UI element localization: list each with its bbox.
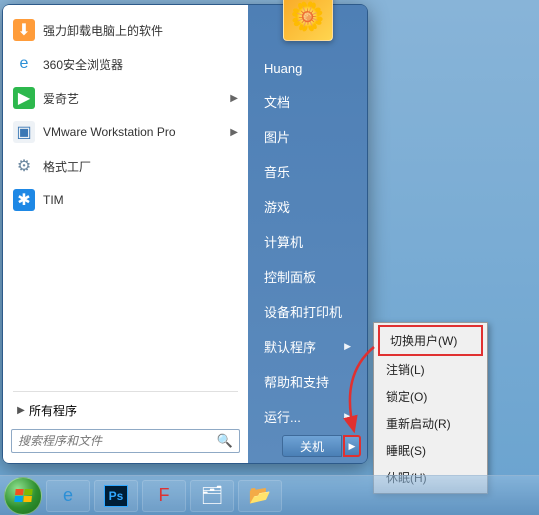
taskbar-item-folder-open[interactable]: 📂 <box>238 480 282 512</box>
left-panel: ⬇强力卸载电脑上的软件e360安全浏览器▶爱奇艺▶▣VMware Worksta… <box>3 5 248 463</box>
app-icon: e <box>13 53 35 75</box>
right-link-label: 计算机 <box>264 232 303 251</box>
app-label: TIM <box>43 193 238 207</box>
right-link-10[interactable]: 运行... ▶ <box>252 399 363 434</box>
app-icon: ⬇ <box>13 19 35 41</box>
right-link-2[interactable]: 图片 <box>252 119 363 154</box>
separator <box>13 391 238 392</box>
app-label: 360安全浏览器 <box>43 56 238 73</box>
search-icon: 🔍 <box>217 433 233 449</box>
power-menu-item-2[interactable]: 锁定(O) <box>376 383 485 410</box>
power-menu-item-4[interactable]: 睡眠(S) <box>376 437 485 464</box>
app-label: VMware Workstation Pro <box>43 125 230 139</box>
photoshop-icon: Ps <box>104 485 128 507</box>
app-item-5[interactable]: ✱ TIM <box>9 183 242 217</box>
taskbar: e Ps F🗂📂 <box>0 475 539 515</box>
right-link-6[interactable]: 控制面板 <box>252 259 363 294</box>
right-link-label: 设备和打印机 <box>264 302 342 321</box>
taskbar-item-ie[interactable]: e <box>46 480 90 512</box>
right-link-label: 默认程序 <box>264 337 316 356</box>
taskbar-item-photoshop[interactable]: Ps <box>94 480 138 512</box>
power-menu-item-3[interactable]: 重新启动(R) <box>376 410 485 437</box>
search-box[interactable]: 🔍 <box>11 429 240 453</box>
avatar[interactable]: 🌼 <box>283 0 333 41</box>
power-menu-item-1[interactable]: 注销(L) <box>376 356 485 383</box>
app-item-2[interactable]: ▶爱奇艺▶ <box>9 81 242 115</box>
right-link-9[interactable]: 帮助和支持 <box>252 364 363 399</box>
right-link-label: 文档 <box>264 92 290 111</box>
right-panel: 🌼 Huang文档图片音乐游戏计算机控制面板设备和打印机默认程序▶帮助和支持运行… <box>248 5 367 463</box>
right-link-label: 帮助和支持 <box>264 372 329 391</box>
start-button[interactable] <box>4 477 42 515</box>
chevron-right-icon: ▶ <box>344 341 351 352</box>
chevron-right-icon: ▶ <box>344 411 351 422</box>
taskbar-item-explorer[interactable]: 🗂 <box>190 480 234 512</box>
app-item-4[interactable]: ⚙ 格式工厂 <box>9 149 242 183</box>
all-programs-button[interactable]: ▶ 所有程序 <box>5 396 246 425</box>
app-item-3[interactable]: ▣ VMware Workstation Pro▶ <box>9 115 242 149</box>
windows-logo-icon <box>14 489 32 502</box>
power-menu-item-0[interactable]: 切换用户(W) <box>378 325 483 356</box>
right-link-3[interactable]: 音乐 <box>252 154 363 189</box>
app-icon: ✱ <box>13 189 35 211</box>
chevron-right-icon: ▶ <box>230 93 238 104</box>
start-menu: ⬇强力卸载电脑上的软件e360安全浏览器▶爱奇艺▶▣VMware Worksta… <box>2 4 368 464</box>
search-area: 🔍 <box>5 425 246 459</box>
right-link-4[interactable]: 游戏 <box>252 189 363 224</box>
chevron-right-icon: ▶ <box>230 127 238 138</box>
search-input[interactable] <box>18 434 217 448</box>
app-icon: ⚙ <box>13 155 35 177</box>
shutdown-button[interactable]: 关机 <box>282 435 342 457</box>
right-link-list: Huang 文档图片音乐游戏计算机控制面板设备和打印机默认程序 ▶ 帮助和支持运行..… <box>248 53 367 434</box>
app-label: 爱奇艺 <box>43 90 230 107</box>
right-link-1[interactable]: 文档 <box>252 84 363 119</box>
right-link-label: 运行... <box>264 407 301 426</box>
right-link-label: 音乐 <box>264 162 290 181</box>
right-link-5[interactable]: 计算机 <box>252 224 363 259</box>
pinned-app-list: ⬇强力卸载电脑上的软件e360安全浏览器▶爱奇艺▶▣VMware Worksta… <box>5 11 246 387</box>
right-link-label: 游戏 <box>264 197 290 216</box>
right-link-label: 控制面板 <box>264 267 316 286</box>
shutdown-group: 关机 ▶ <box>282 435 361 457</box>
right-link-0[interactable]: Huang <box>252 53 363 84</box>
power-options-menu: 切换用户(W)注销(L)锁定(O)重新启动(R)睡眠(S)休眠(H) <box>373 322 488 494</box>
chevron-right-icon: ▶ <box>13 405 29 416</box>
right-link-7[interactable]: 设备和打印机 <box>252 294 363 329</box>
taskbar-item-flash[interactable]: F <box>142 480 186 512</box>
app-item-1[interactable]: e 360安全浏览器 <box>9 47 242 81</box>
right-link-label: 图片 <box>264 127 290 146</box>
shutdown-options-arrow[interactable]: ▶ <box>343 435 361 457</box>
right-link-label: Huang <box>264 61 302 76</box>
right-link-8[interactable]: 默认程序 ▶ <box>252 329 363 364</box>
app-icon: ▣ <box>13 121 35 143</box>
app-label: 强力卸载电脑上的软件 <box>43 22 238 39</box>
app-icon: ▶ <box>13 87 35 109</box>
app-item-0[interactable]: ⬇ 强力卸载电脑上的软件 <box>9 13 242 47</box>
app-label: 格式工厂 <box>43 158 238 175</box>
all-programs-label: 所有程序 <box>29 402 77 419</box>
